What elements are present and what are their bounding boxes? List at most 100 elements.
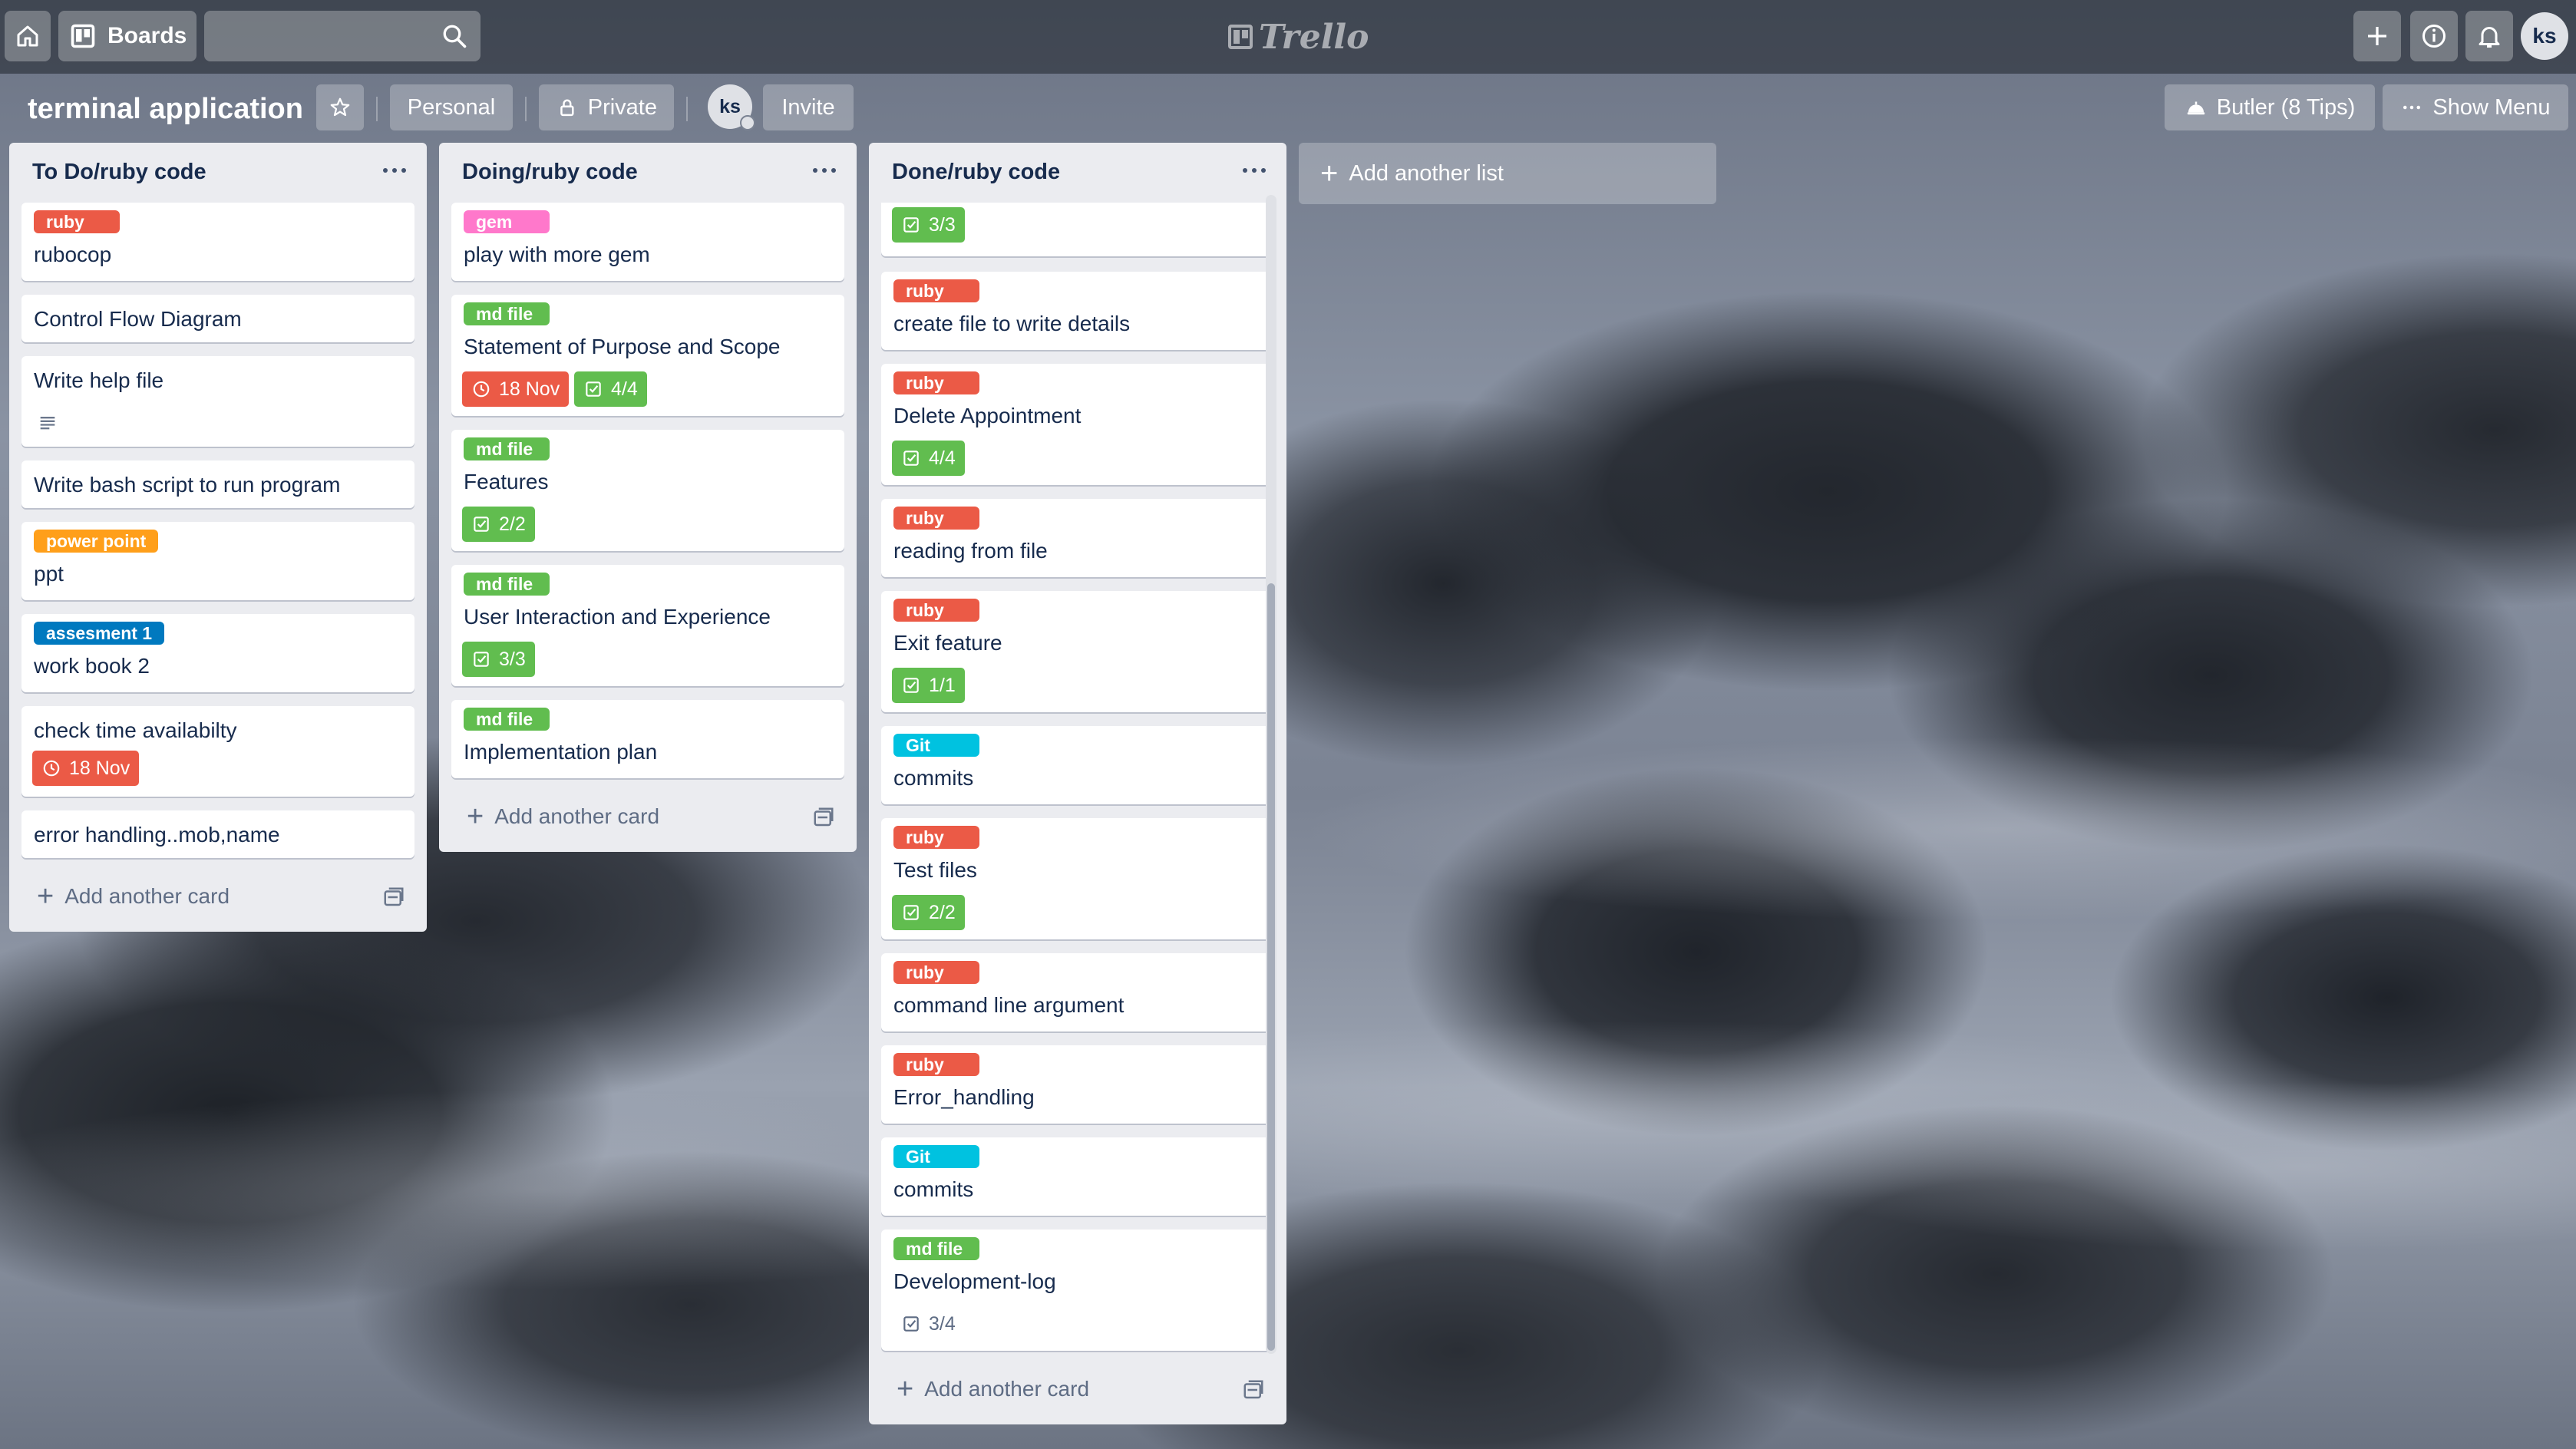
label-ruby: ruby: [893, 371, 979, 394]
card-exit-feature[interactable]: ruby Exit feature 1/1: [881, 591, 1274, 712]
card-git-commits-2[interactable]: Git commits: [881, 1137, 1274, 1216]
home-button[interactable]: [5, 11, 51, 61]
card-template-icon[interactable]: [1242, 1378, 1265, 1401]
privacy-button[interactable]: Private: [539, 84, 674, 130]
checklist-count: 4/4: [929, 447, 956, 469]
create-button[interactable]: [2353, 11, 2401, 61]
card-template-icon[interactable]: [812, 806, 835, 829]
add-card-button[interactable]: + Add another card: [897, 1374, 1089, 1404]
checklist-badge: 4/4: [892, 441, 965, 476]
card-check-time[interactable]: check time availabilty 18 Nov: [21, 706, 414, 797]
list-done: Done/ruby code 3/3 ruby create file to w…: [869, 143, 1286, 1424]
checklist-icon: [586, 381, 601, 397]
info-button[interactable]: [2410, 11, 2458, 61]
card-partial[interactable]: 3/3: [881, 203, 1274, 256]
list-menu-icon[interactable]: [809, 161, 840, 180]
plus-icon: +: [37, 880, 54, 913]
label-ruby: ruby: [34, 210, 120, 233]
star-icon: [330, 97, 350, 117]
home-icon: [17, 25, 38, 47]
team-visibility-button[interactable]: Personal: [390, 84, 513, 130]
checklist-count: 2/2: [929, 901, 956, 923]
board-member-initials: ks: [719, 95, 741, 117]
card-error-handling[interactable]: error handling..mob,name: [21, 810, 414, 858]
boards-icon: [71, 24, 95, 48]
butler-button[interactable]: Butler (8 Tips): [2165, 84, 2375, 130]
card-development-log[interactable]: md file Development-log 3/4: [881, 1230, 1274, 1351]
notifications-button[interactable]: [2465, 11, 2513, 61]
card-command-line[interactable]: ruby command line argument: [881, 953, 1274, 1031]
checklist-count: 3/3: [499, 648, 526, 670]
card-title: ppt: [34, 562, 64, 586]
add-card-button[interactable]: + Add another card: [467, 801, 659, 832]
checklist-icon: [903, 217, 919, 233]
list-scrollbar-thumb[interactable]: [1267, 583, 1275, 1351]
add-list-button[interactable]: + Add another list: [1299, 143, 1716, 204]
trello-logo-icon: [1228, 25, 1253, 49]
card-title: commits: [893, 766, 974, 790]
list-title[interactable]: Doing/ruby code: [462, 160, 638, 185]
separator: [376, 97, 378, 121]
card-title: create file to write details: [893, 312, 1131, 335]
card-user-interaction[interactable]: md file User Interaction and Experience …: [451, 565, 844, 686]
card-git-commits[interactable]: Git commits: [881, 726, 1274, 804]
checklist-badge: 4/4: [574, 371, 647, 407]
board-title[interactable]: terminal application: [28, 84, 303, 134]
card-write-help[interactable]: Write help file: [21, 356, 414, 447]
label-md-file: md file: [464, 708, 550, 731]
list-menu-icon[interactable]: [1239, 161, 1270, 180]
card-title: Features: [464, 470, 549, 493]
card-reading-file[interactable]: ruby reading from file: [881, 499, 1274, 577]
separator: [525, 97, 527, 121]
card-title: Error_handling: [893, 1085, 1035, 1109]
list-title[interactable]: To Do/ruby code: [32, 160, 206, 185]
clock-icon: [43, 760, 60, 777]
add-card-button[interactable]: + Add another card: [37, 881, 230, 912]
boards-button[interactable]: Boards: [58, 11, 197, 61]
card-title: Control Flow Diagram: [34, 307, 242, 331]
card-error-handling-done[interactable]: ruby Error_handling: [881, 1045, 1274, 1124]
checklist-icon: [903, 678, 919, 693]
card-test-files[interactable]: ruby Test files 2/2: [881, 818, 1274, 939]
search-input[interactable]: [204, 11, 481, 61]
separator: [686, 97, 688, 121]
card-bash-script[interactable]: Write bash script to run program: [21, 460, 414, 508]
list-menu-icon[interactable]: [379, 161, 410, 180]
due-date-text: 18 Nov: [499, 378, 560, 400]
card-rubocop[interactable]: ruby rubocop: [21, 203, 414, 281]
invite-button[interactable]: Invite: [763, 84, 854, 130]
star-button[interactable]: [316, 84, 364, 130]
plus-icon: [2368, 27, 2386, 45]
list-title[interactable]: Done/ruby code: [892, 160, 1060, 185]
due-date-badge[interactable]: 18 Nov: [462, 371, 570, 407]
card-purpose-scope[interactable]: md file Statement of Purpose and Scope 1…: [451, 295, 844, 416]
show-menu-button[interactable]: Show Menu: [2383, 84, 2568, 130]
top-header: Boards Trello ks: [0, 0, 2576, 74]
card-implementation[interactable]: md file Implementation plan: [451, 700, 844, 778]
card-create-file[interactable]: ruby create file to write details: [881, 272, 1274, 350]
trello-logo[interactable]: Trello: [1228, 14, 1369, 60]
label-ruby: ruby: [893, 599, 979, 622]
list-cards-scroll-area[interactable]: 3/3 ruby create file to write details ru…: [869, 203, 1286, 1354]
card-control-flow[interactable]: Control Flow Diagram: [21, 295, 414, 342]
card-template-icon[interactable]: [382, 886, 405, 909]
label-ruby: ruby: [893, 961, 979, 984]
list-todo: To Do/ruby code ruby rubocop Control Flo…: [9, 143, 427, 932]
card-ppt[interactable]: power point ppt: [21, 522, 414, 600]
card-delete-appointment[interactable]: ruby Delete Appointment 4/4: [881, 364, 1274, 485]
board-header: terminal application Personal Private ks…: [0, 74, 2576, 141]
checklist-icon: [903, 1316, 919, 1332]
board-member-avatar[interactable]: ks: [708, 84, 755, 130]
card-title: Write help file: [34, 368, 164, 392]
card-work-book[interactable]: assesment 1 work book 2: [21, 614, 414, 692]
lock-icon: [560, 99, 574, 117]
label-gem: gem: [464, 210, 550, 233]
plus-icon: +: [1320, 157, 1339, 190]
due-date-badge[interactable]: 18 Nov: [32, 751, 140, 786]
clock-icon: [473, 381, 490, 398]
label-md-file: md file: [893, 1237, 979, 1260]
card-features[interactable]: md file Features 2/2: [451, 430, 844, 551]
plus-icon: +: [467, 800, 484, 833]
member-avatar[interactable]: ks: [2521, 12, 2568, 60]
card-more-gem[interactable]: gem play with more gem: [451, 203, 844, 281]
